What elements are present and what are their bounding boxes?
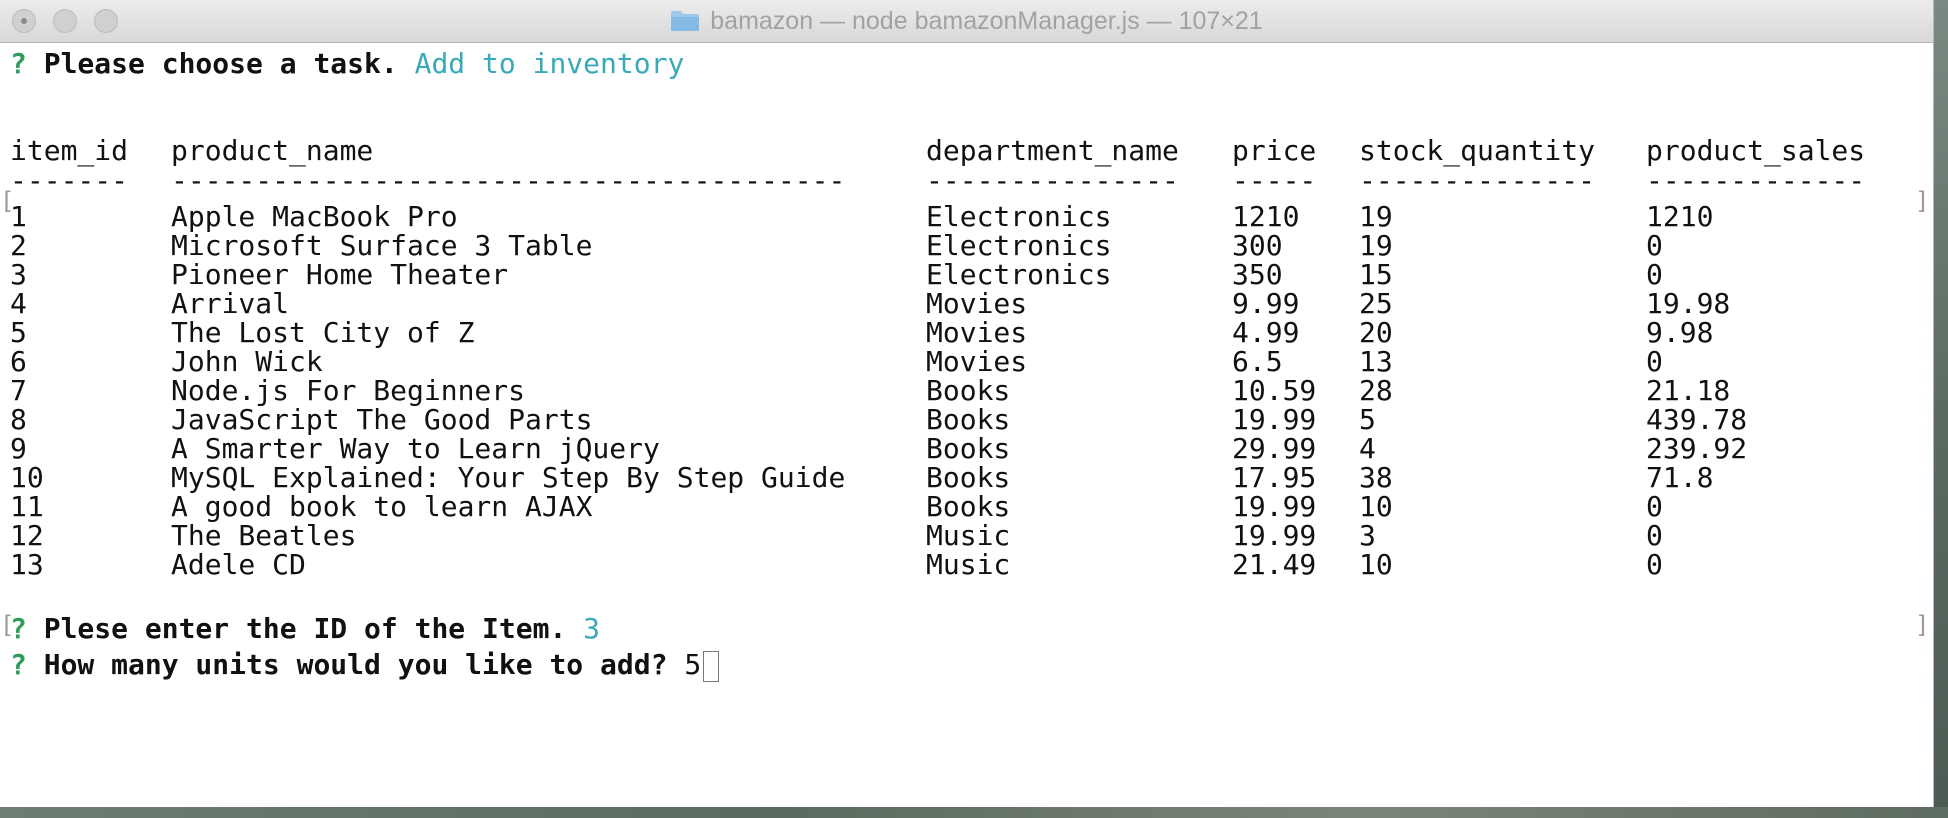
folder-icon — [670, 10, 700, 32]
inventory-table: item_id product_name department_name pri… — [10, 133, 1910, 653]
cell-item-id: 13 — [10, 548, 44, 581]
prompt-mark: ? — [10, 47, 27, 80]
header-rule: --------------- — [926, 164, 1179, 197]
cell-stock-quantity: 10 — [1359, 548, 1393, 581]
selection-bracket-right: ] — [1915, 611, 1930, 639]
cell-price: 21.49 — [1232, 548, 1317, 581]
table-row: 13 Adele CD Music 21.49 10 0 — [10, 547, 1910, 583]
item-id-prompt-line: ? Plese enter the ID of the Item. 3 — [10, 611, 600, 647]
cell-product-name: Adele CD — [171, 548, 306, 581]
terminal-window: bamazon — node bamazonManager.js — 107×2… — [0, 0, 1934, 807]
item-id-prompt-answer: 3 — [583, 612, 601, 645]
units-prompt-line: ? How many units would you like to add? … — [10, 647, 720, 683]
window-title: bamazon — node bamazonManager.js — 107×2… — [0, 0, 1933, 42]
text-cursor — [703, 650, 720, 682]
cell-product-sales: 0 — [1646, 548, 1663, 581]
header-rule: ------- — [10, 164, 129, 197]
prompt-mark: ? — [10, 612, 27, 645]
window-title-text: bamazon — node bamazonManager.js — 107×2… — [710, 6, 1263, 35]
desktop-background-bottom — [0, 807, 1948, 818]
header-rule: -------------- — [1359, 164, 1596, 197]
task-prompt-line: ? Please choose a task. Add to inventory — [10, 46, 684, 82]
terminal-content[interactable]: ? Please choose a task. Add to inventory… — [0, 43, 1933, 807]
desktop-background-right — [1933, 0, 1948, 818]
title-bar[interactable]: bamazon — node bamazonManager.js — 107×2… — [0, 0, 1933, 43]
cell-department-name: Music — [926, 548, 1011, 581]
task-prompt-question: Please choose a task. — [43, 47, 398, 80]
header-rule: ---------------------------------------- — [171, 164, 846, 197]
task-prompt-answer: Add to inventory — [414, 47, 685, 80]
header-rule: ------------- — [1646, 164, 1866, 197]
item-id-prompt-question: Plese enter the ID of the Item. — [43, 612, 567, 645]
units-input[interactable]: 5 — [684, 648, 701, 681]
prompt-mark: ? — [10, 648, 27, 681]
header-rule: ----- — [1232, 164, 1317, 197]
units-prompt-question: How many units would you like to add? — [43, 648, 668, 681]
selection-bracket-right: ] — [1915, 187, 1930, 215]
selection-bracket-left: [ — [0, 187, 15, 215]
